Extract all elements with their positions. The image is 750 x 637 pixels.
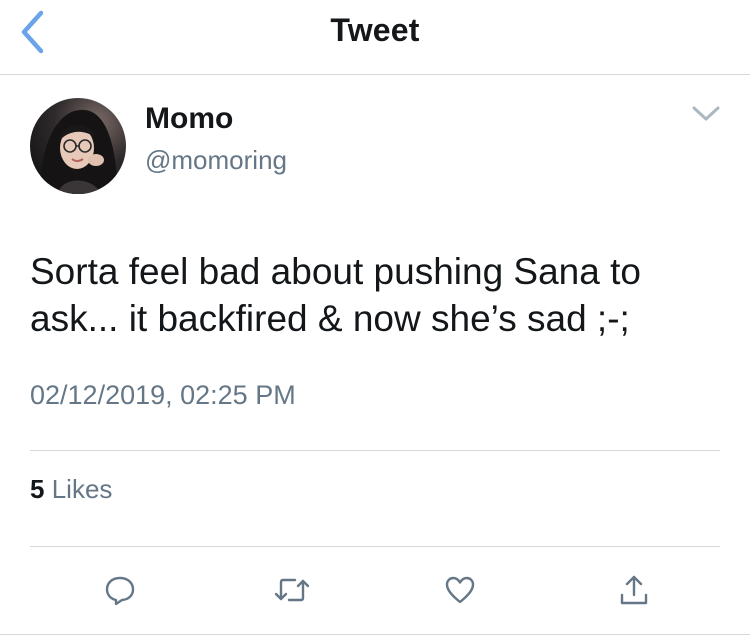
- author-name[interactable]: Momo: [145, 102, 233, 136]
- likes-count: 5: [30, 474, 45, 504]
- tweet-text: Sorta feel bad about pushing Sana to ask…: [30, 251, 641, 339]
- chevron-down-icon: [692, 106, 720, 121]
- nav-header: Tweet: [0, 0, 750, 75]
- share-icon: [620, 575, 648, 605]
- bottom-divider: [0, 634, 750, 635]
- likes-stat[interactable]: 5 Likes: [30, 474, 112, 505]
- divider: [30, 546, 720, 547]
- reply-button[interactable]: [96, 568, 144, 612]
- tweet-timestamp: 02/12/2019, 02:25 PM: [30, 380, 296, 410]
- reply-icon: [105, 576, 135, 606]
- share-button[interactable]: [610, 568, 658, 612]
- retweet-button[interactable]: [268, 568, 316, 612]
- like-icon: [445, 576, 475, 604]
- author-handle[interactable]: @momoring: [145, 145, 287, 176]
- likes-label: Likes: [51, 474, 113, 504]
- retweet-icon: [274, 578, 310, 602]
- tweet-options-button[interactable]: [682, 96, 730, 132]
- divider: [30, 450, 720, 451]
- tweet-detail-screen: Tweet Momo @momoring Sorta feel bad abou…: [0, 0, 750, 637]
- like-button[interactable]: [436, 568, 484, 612]
- page-title: Tweet: [330, 12, 420, 48]
- avatar-image: [30, 98, 126, 194]
- avatar[interactable]: [30, 98, 126, 194]
